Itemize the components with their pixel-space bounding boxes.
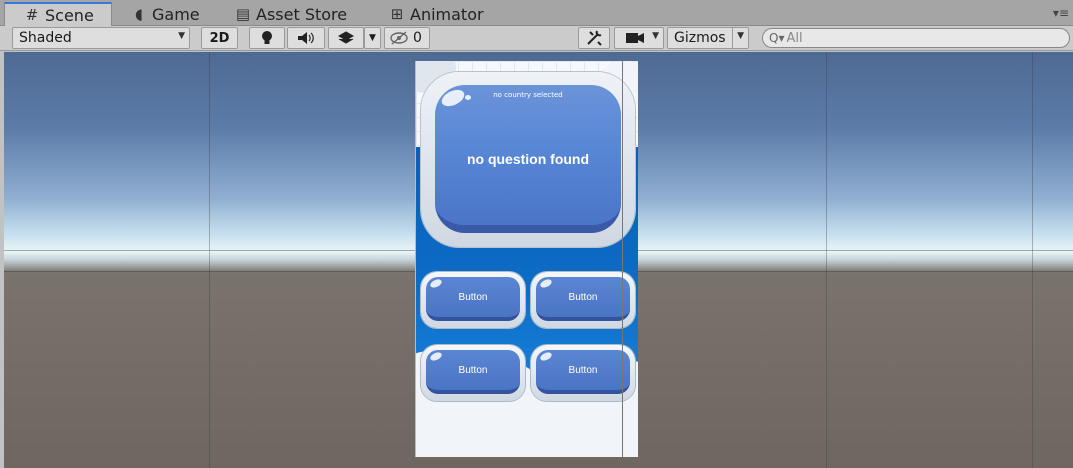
question-card: no country selected no question found — [435, 85, 621, 233]
scene-toolbar: Shaded ▼ 2D ▼ 0 ▼ Gizmos ▼ Q▾ All — [0, 26, 1073, 51]
hidden-count: 0 — [413, 30, 422, 46]
chevron-down-icon: ▼ — [178, 31, 185, 41]
2d-toggle-button[interactable]: 2D — [201, 27, 238, 49]
question-text: no question found — [466, 151, 590, 167]
answer-button-label: Button — [568, 364, 598, 376]
animator-icon: ⊞ — [390, 5, 404, 23]
effects-toggle-button[interactable] — [328, 27, 364, 49]
layers-icon — [337, 31, 355, 44]
lighting-toggle-button[interactable] — [249, 27, 285, 49]
chevron-down-icon: ▼ — [369, 33, 376, 43]
tab-label: Game — [152, 4, 200, 24]
answer-button-label: Button — [458, 364, 488, 376]
canvas-guide-line — [622, 61, 623, 457]
answer-button-label: Button — [458, 291, 488, 303]
store-bag-icon: ▤ — [235, 5, 251, 23]
hidden-objects-toggle[interactable]: 0 — [384, 27, 430, 49]
answer-button-2[interactable]: Button — [531, 272, 635, 328]
tab-animator[interactable]: ⊞ Animator — [370, 2, 490, 26]
tab-game[interactable]: ◖ Game — [112, 2, 206, 26]
scene-grid-icon: # — [25, 6, 39, 24]
tab-menu-icon[interactable]: ▾≡ — [1053, 6, 1069, 20]
shading-mode-value: Shaded — [19, 30, 72, 46]
chevron-down-icon: ▼ — [652, 31, 659, 41]
speaker-icon — [298, 32, 314, 44]
tab-asset-store[interactable]: ▤ Asset Store — [216, 2, 353, 26]
audio-toggle-button[interactable] — [287, 27, 325, 49]
2d-label: 2D — [209, 30, 230, 46]
hierarchy-search-input[interactable]: Q▾ All — [762, 28, 1070, 48]
answer-button-4[interactable]: Button — [531, 345, 635, 401]
tab-label: Animator — [410, 4, 484, 24]
effects-dropdown-button[interactable]: ▼ — [364, 27, 381, 49]
shading-mode-dropdown[interactable]: Shaded ▼ — [12, 27, 190, 49]
tools-icon — [587, 30, 602, 46]
tools-button[interactable] — [578, 27, 610, 49]
chevron-down-icon: ▼ — [737, 31, 744, 41]
tab-label: Asset Store — [256, 4, 348, 24]
tab-label: Scene — [45, 5, 94, 25]
country-label: no country selected — [493, 91, 563, 99]
lightbulb-icon — [262, 31, 272, 44]
search-placeholder: All — [786, 30, 803, 46]
answer-button-1[interactable]: Button — [421, 272, 525, 328]
gizmos-label: Gizmos — [674, 30, 726, 46]
answer-button-3[interactable]: Button — [421, 345, 525, 401]
editor-tab-bar: # Scene ◖ Game ▤ Asset Store ⊞ Animator … — [0, 0, 1073, 26]
hidden-eye-icon — [390, 31, 408, 45]
game-canvas[interactable]: no country selected no question found Bu… — [415, 61, 638, 457]
question-panel: no country selected no question found — [421, 72, 635, 247]
search-icon: Q▾ — [769, 31, 785, 45]
camera-icon — [626, 33, 644, 43]
answer-button-label: Button — [568, 291, 598, 303]
camera-settings-button[interactable]: ▼ — [614, 27, 664, 49]
gizmos-dropdown[interactable]: Gizmos ▼ — [667, 27, 749, 49]
tab-scene[interactable]: # Scene — [4, 2, 112, 26]
pacman-icon: ◖ — [135, 5, 143, 23]
